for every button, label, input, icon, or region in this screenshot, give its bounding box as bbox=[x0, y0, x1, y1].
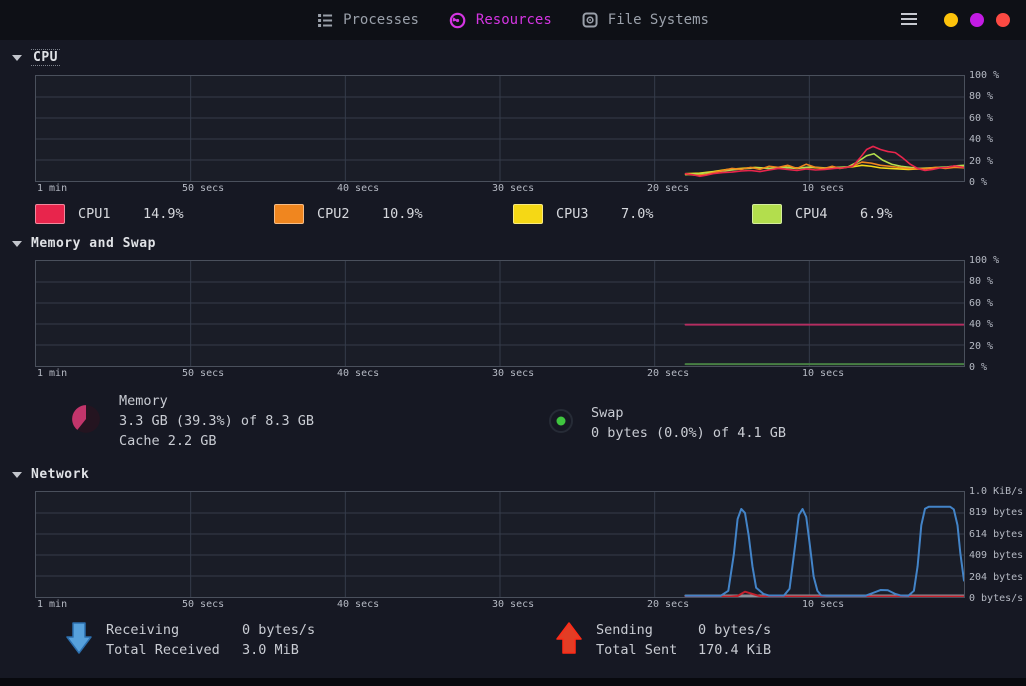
memory-legend-item: Memory 3.3 GB (39.3%) of 8.3 GB Cache 2.… bbox=[70, 391, 314, 451]
sending-label: Sending bbox=[596, 620, 698, 640]
tab-processes[interactable]: Processes bbox=[317, 12, 419, 28]
disk-icon bbox=[582, 12, 598, 28]
sending-legend-item: Sending0 bytes/s Total Sent170.4 KiB bbox=[556, 620, 771, 660]
network-y-axis: 1.0 KiB/s819 bytes614 bytes409 bytes204 … bbox=[969, 491, 1026, 598]
header-bar: Processes Resources File Systems bbox=[0, 0, 1026, 40]
network-section-expander[interactable]: Network bbox=[12, 467, 1026, 482]
memory-pie-icon bbox=[70, 403, 102, 439]
memory-usage: 3.3 GB (39.3%) of 8.3 GB bbox=[119, 411, 314, 431]
tab-label: Processes bbox=[343, 12, 419, 28]
cpu4-value: 6.9% bbox=[860, 206, 893, 222]
cpu3-color-swatch bbox=[513, 204, 543, 224]
sending-rate: 0 bytes/s bbox=[698, 622, 771, 638]
cpu2-label: CPU2 bbox=[317, 206, 369, 222]
window-controls bbox=[900, 0, 1010, 40]
speedometer-icon bbox=[449, 12, 466, 29]
cpu3-legend-item: CPU3 7.0% bbox=[513, 204, 752, 224]
receiving-label: Receiving bbox=[106, 620, 242, 640]
cpu-section-expander[interactable]: CPU bbox=[12, 49, 1026, 66]
cpu1-color-swatch bbox=[35, 204, 65, 224]
tab-label: File Systems bbox=[608, 12, 709, 28]
memory-section-title: Memory and Swap bbox=[31, 236, 156, 251]
tab-resources[interactable]: Resources bbox=[449, 12, 552, 29]
chevron-down-icon bbox=[12, 472, 22, 478]
receiving-legend-item: Receiving0 bytes/s Total Received3.0 MiB bbox=[66, 620, 315, 660]
total-received-label: Total Received bbox=[106, 640, 242, 660]
chevron-down-icon bbox=[12, 241, 22, 247]
cpu3-value: 7.0% bbox=[621, 206, 654, 222]
cpu-y-axis: 100 %80 %60 %40 %20 %0 % bbox=[969, 75, 1026, 182]
minimize-button[interactable] bbox=[944, 13, 958, 27]
total-sent-value: 170.4 KiB bbox=[698, 642, 771, 658]
receiving-rate: 0 bytes/s bbox=[242, 622, 315, 638]
hamburger-menu-icon[interactable] bbox=[900, 12, 918, 29]
view-switcher: Processes Resources File Systems bbox=[317, 0, 709, 40]
swap-legend-item: Swap 0 bytes (0.0%) of 4.1 GB bbox=[548, 403, 786, 443]
cpu2-color-swatch bbox=[274, 204, 304, 224]
cpu3-label: CPU3 bbox=[556, 206, 608, 222]
upload-arrow-icon bbox=[556, 622, 582, 658]
network-section: Network 1.0 KiB/s819 bytes614 bytes409 b… bbox=[0, 467, 1026, 668]
cpu-chart bbox=[35, 75, 965, 182]
process-list-icon bbox=[317, 12, 333, 28]
window-bottom-edge bbox=[0, 678, 1026, 686]
cpu4-legend-item: CPU4 6.9% bbox=[752, 204, 991, 224]
network-chart bbox=[35, 491, 965, 598]
swap-usage: 0 bytes (0.0%) of 4.1 GB bbox=[591, 423, 786, 443]
network-section-title: Network bbox=[31, 467, 89, 482]
cpu2-value: 10.9% bbox=[382, 206, 423, 222]
maximize-button[interactable] bbox=[970, 13, 984, 27]
download-arrow-icon bbox=[66, 622, 92, 658]
memory-chart bbox=[35, 260, 965, 367]
memory-cache: Cache 2.2 GB bbox=[119, 431, 314, 451]
network-legend: Receiving0 bytes/s Total Received3.0 MiB… bbox=[0, 620, 1026, 668]
cpu2-legend-item: CPU2 10.9% bbox=[274, 204, 513, 224]
cpu1-label: CPU1 bbox=[78, 206, 130, 222]
cpu-x-axis: 1 min50 secs40 secs30 secs20 secs10 secs bbox=[35, 182, 965, 196]
swap-pie-icon bbox=[548, 408, 574, 438]
memory-x-axis: 1 min50 secs40 secs30 secs20 secs10 secs bbox=[35, 367, 965, 381]
cpu1-value: 14.9% bbox=[143, 206, 184, 222]
cpu-legend: CPU1 14.9% CPU2 10.9% CPU3 7.0% CPU4 6.9… bbox=[35, 204, 991, 224]
cpu-section-title: CPU bbox=[31, 49, 60, 66]
memory-section-expander[interactable]: Memory and Swap bbox=[12, 236, 1026, 251]
total-received-value: 3.0 MiB bbox=[242, 642, 299, 658]
cpu-section: CPU 100 %80 %60 %40 %20 %0 % 1 min50 sec… bbox=[0, 49, 1026, 224]
network-x-axis: 1 min50 secs40 secs30 secs20 secs10 secs bbox=[35, 598, 965, 612]
close-button[interactable] bbox=[996, 13, 1010, 27]
total-sent-label: Total Sent bbox=[596, 640, 698, 660]
tab-file-systems[interactable]: File Systems bbox=[582, 12, 709, 28]
memory-section: Memory and Swap 100 %80 %60 %40 %20 %0 %… bbox=[0, 236, 1026, 457]
memory-legend: Memory 3.3 GB (39.3%) of 8.3 GB Cache 2.… bbox=[0, 391, 1026, 457]
chevron-down-icon bbox=[12, 55, 22, 61]
cpu1-legend-item: CPU1 14.9% bbox=[35, 204, 274, 224]
memory-title: Memory bbox=[119, 391, 314, 411]
cpu4-label: CPU4 bbox=[795, 206, 847, 222]
swap-title: Swap bbox=[591, 403, 786, 423]
cpu4-color-swatch bbox=[752, 204, 782, 224]
tab-label: Resources bbox=[476, 12, 552, 28]
memory-y-axis: 100 %80 %60 %40 %20 %0 % bbox=[969, 260, 1026, 367]
